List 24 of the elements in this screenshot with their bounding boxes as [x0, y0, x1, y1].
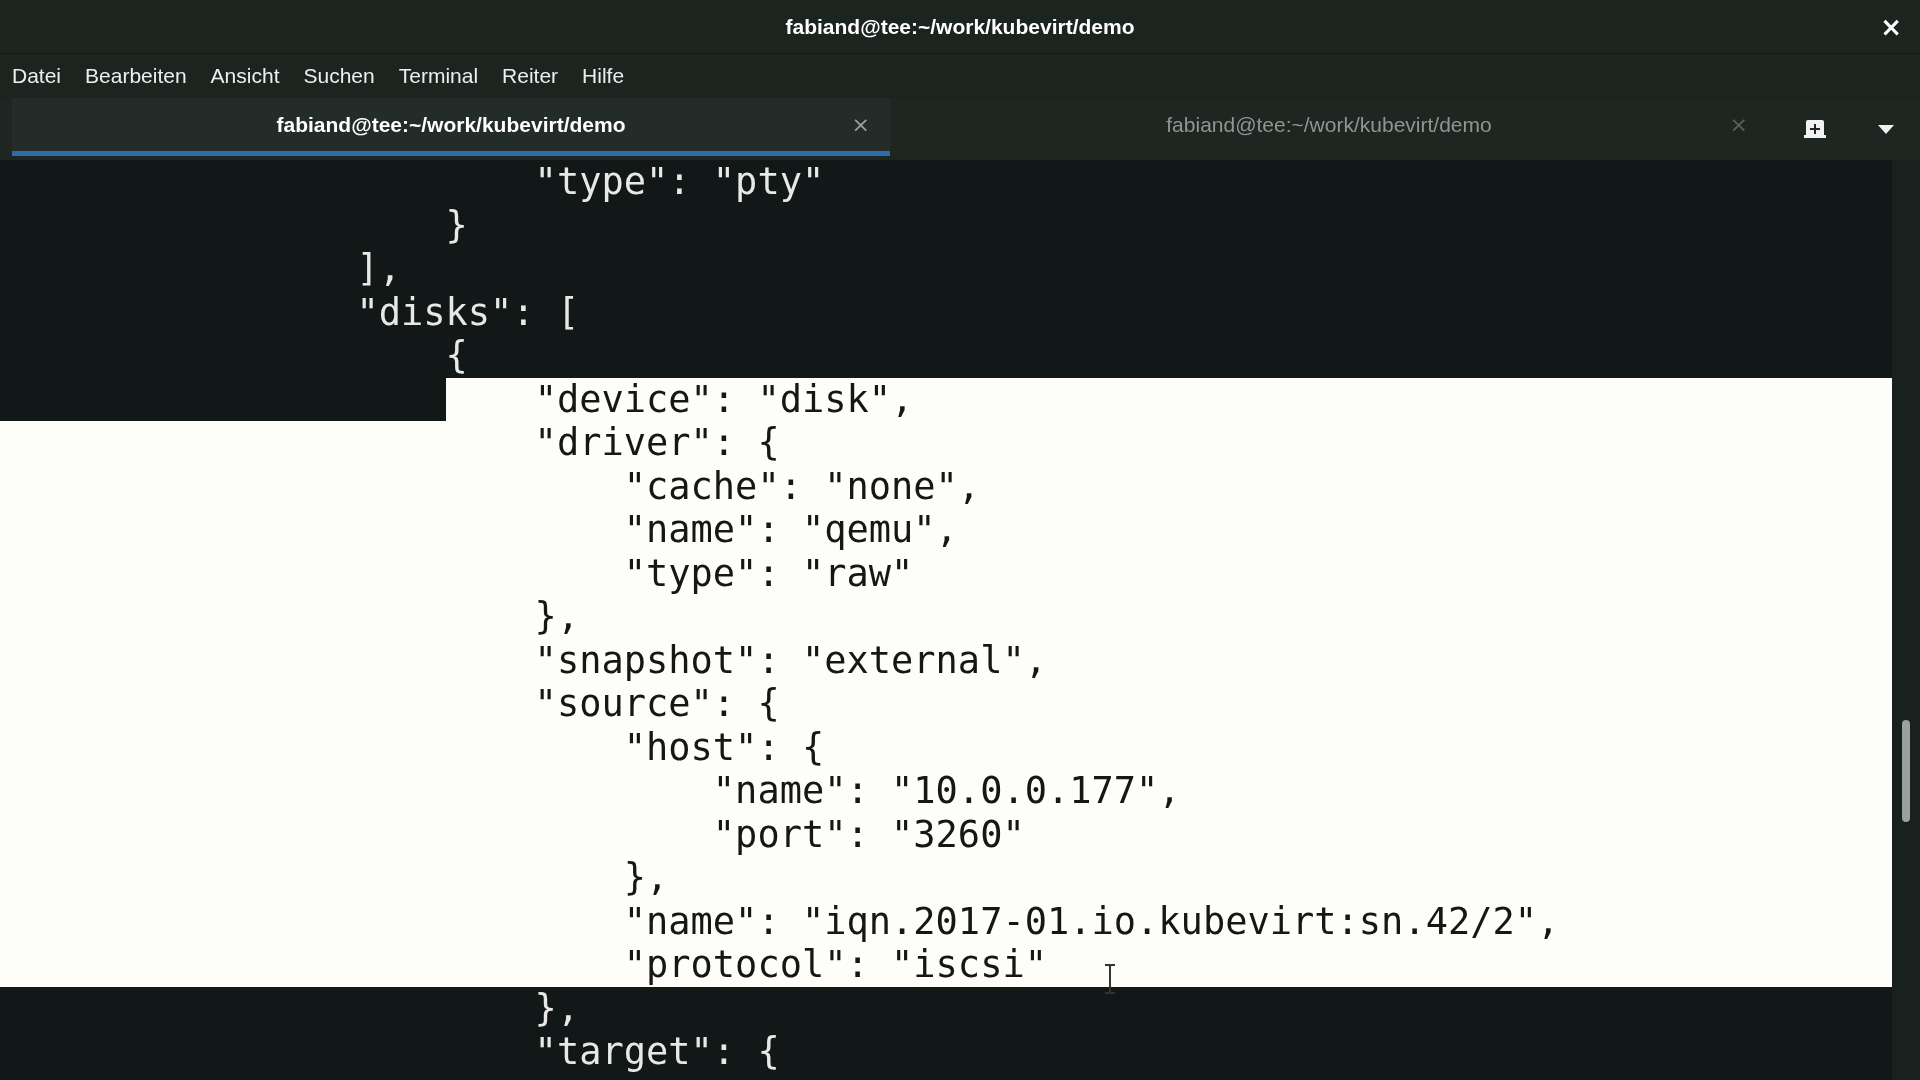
- scrollbar[interactable]: [1892, 160, 1920, 1080]
- new-tab-icon[interactable]: [1804, 120, 1826, 138]
- dropdown-caret-icon[interactable]: [1878, 124, 1894, 134]
- text-cursor-icon: [1104, 964, 1116, 994]
- menu-item[interactable]: Bearbeiten: [76, 60, 196, 92]
- menu-item[interactable]: Reiter: [493, 60, 568, 92]
- terminal-line: }: [444, 203, 469, 247]
- menu-item[interactable]: Datei: [3, 60, 71, 92]
- menu-item[interactable]: Ansicht: [201, 60, 289, 92]
- terminal-line: "target": {: [533, 1030, 781, 1074]
- menu-item[interactable]: Suchen: [294, 60, 384, 92]
- menu-item[interactable]: Hilfe: [573, 60, 634, 92]
- close-button[interactable]: ×: [1876, 12, 1906, 42]
- terminal-line: },: [533, 986, 581, 1030]
- terminal-line: ],: [355, 247, 402, 291]
- tab[interactable]: fabiand@tee:~/work/kubevirt/demo ×: [890, 98, 1768, 156]
- close-tab-button[interactable]: ×: [849, 112, 872, 137]
- scrollbar-thumb[interactable]: [1902, 720, 1910, 822]
- terminal-line: "disks": [: [355, 290, 581, 334]
- terminal-line: {: [444, 334, 469, 378]
- window-title: fabiand@tee:~/work/kubevirt/demo: [785, 14, 1135, 39]
- terminal-line: "type": "pty": [533, 160, 826, 204]
- tab[interactable]: fabiand@tee:~/work/kubevirt/demo ×: [12, 98, 890, 156]
- menu-item[interactable]: Terminal: [389, 60, 488, 92]
